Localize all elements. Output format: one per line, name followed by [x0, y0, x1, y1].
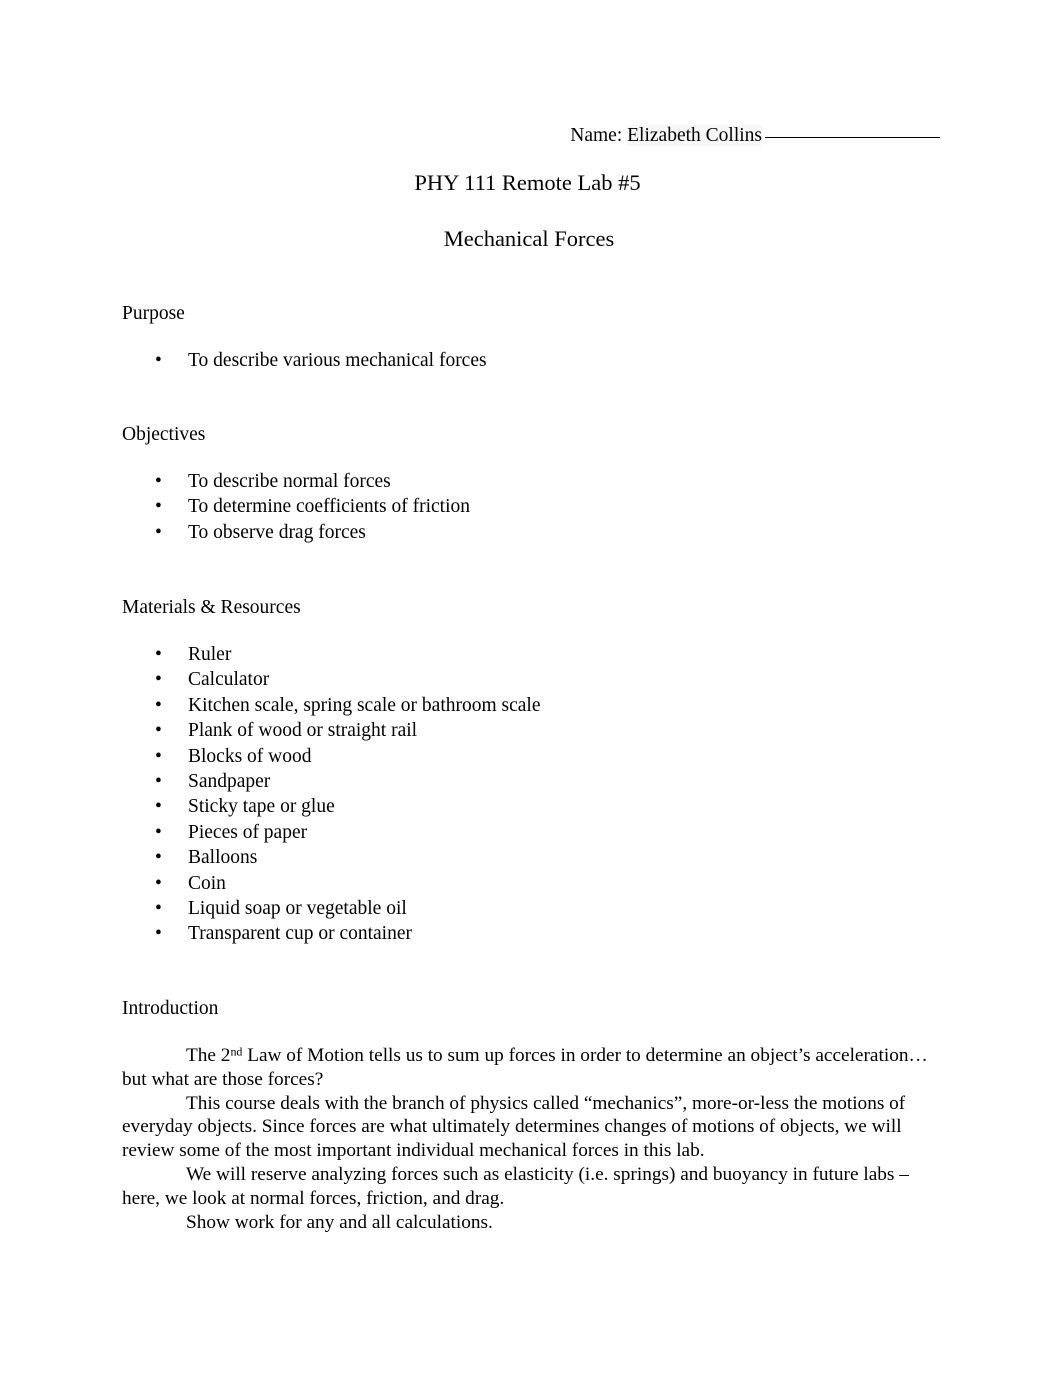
document-page: Name: Elizabeth Collins PHY 111 Remote L…: [0, 0, 1062, 1377]
paragraph-show-work: Show work for any and all calculations.: [186, 1211, 493, 1233]
bullet-icon: •: [155, 694, 162, 716]
bullet-icon: •: [155, 644, 162, 665]
list-item: • To observe drag forces: [122, 520, 470, 545]
bullet-icon: •: [155, 771, 162, 793]
bullet-icon: •: [155, 872, 162, 894]
list-item: • Liquid soap or vegetable oil: [122, 896, 541, 921]
materials-list: • Ruler • Calculator • Kitchen scale, sp…: [122, 642, 541, 947]
paragraph-text-after-superscript: Law of Motion tells us to sum up forces …: [122, 1045, 928, 1090]
ordinal-superscript: nd: [230, 1044, 243, 1059]
list-item: • Sticky tape or glue: [122, 794, 541, 819]
list-item-label: Calculator: [188, 669, 270, 691]
purpose-list: • To describe various mechanical forces: [122, 348, 487, 373]
list-item-label: Ruler: [188, 644, 232, 665]
list-item: • To describe normal forces: [122, 469, 470, 494]
list-item: • Transparent cup or container: [122, 921, 541, 946]
list-item-label: Balloons: [188, 847, 258, 869]
introduction-body: The 2nd Law of Motion tells us to sum up…: [122, 1044, 934, 1234]
section-heading-objectives: Objectives: [122, 424, 206, 445]
bullet-icon: •: [155, 898, 162, 920]
paragraph-scope: We will reserve analyzing forces such as…: [122, 1163, 909, 1209]
list-item-label: Sandpaper: [188, 771, 271, 793]
bullet-icon: •: [155, 720, 162, 742]
name-value[interactable]: Elizabeth Collins: [627, 125, 762, 146]
list-item-label: To describe normal forces: [188, 471, 391, 492]
bullet-icon: •: [155, 521, 162, 543]
bullet-icon: •: [155, 350, 162, 371]
bullet-icon: •: [155, 471, 162, 492]
page-title: PHY 111 Remote Lab #5: [414, 170, 641, 195]
list-item-label: Sticky tape or glue: [188, 796, 335, 818]
name-field-line: Name: Elizabeth Collins: [122, 124, 940, 148]
list-item: • Plank of wood or straight rail: [122, 718, 541, 743]
list-item: • Coin: [122, 871, 541, 896]
name-blank-rule: [765, 137, 940, 138]
bullet-icon: •: [155, 923, 162, 945]
bullet-icon: •: [155, 669, 162, 691]
section-heading-materials: Materials & Resources: [122, 597, 301, 618]
list-item-label: To determine coefficients of friction: [188, 496, 470, 518]
paragraph-second-law: The 2nd Law of Motion tells us to sum up…: [122, 1044, 934, 1092]
objectives-list: • To describe normal forces • To determi…: [122, 469, 470, 545]
bullet-icon: •: [155, 496, 162, 518]
list-item-label: Coin: [188, 872, 226, 894]
list-item: • Blocks of wood: [122, 744, 541, 769]
list-item: • Pieces of paper: [122, 820, 541, 845]
list-item-label: Liquid soap or vegetable oil: [188, 898, 407, 920]
list-item-label: Plank of wood or straight rail: [188, 720, 418, 742]
list-item: • To determine coefficients of friction: [122, 494, 470, 519]
bullet-icon: •: [155, 821, 162, 843]
list-item: • Calculator: [122, 667, 541, 692]
list-item: • Ruler: [122, 642, 541, 667]
page-subtitle: Mechanical Forces: [443, 226, 615, 251]
name-label: Name:: [570, 125, 623, 146]
list-item: • Kitchen scale, spring scale or bathroo…: [122, 693, 541, 718]
bullet-icon: •: [155, 847, 162, 869]
section-heading-introduction: Introduction: [122, 998, 219, 1019]
list-item-label: To observe drag forces: [188, 521, 366, 543]
list-item-label: Kitchen scale, spring scale or bathroom …: [188, 694, 541, 716]
list-item-label: To describe various mechanical forces: [188, 350, 487, 371]
paragraph-text-before-superscript: The 2: [186, 1045, 231, 1066]
list-item: • Balloons: [122, 845, 541, 870]
bullet-icon: •: [155, 745, 162, 767]
list-item-label: Transparent cup or container: [188, 923, 413, 945]
list-item-label: Pieces of paper: [188, 821, 308, 843]
bullet-icon: •: [155, 796, 162, 818]
paragraph-mechanics: This course deals with the branch of phy…: [122, 1092, 906, 1162]
list-item: • To describe various mechanical forces: [122, 348, 487, 373]
section-heading-purpose: Purpose: [122, 303, 185, 324]
list-item: • Sandpaper: [122, 769, 541, 794]
list-item-label: Blocks of wood: [188, 745, 312, 767]
